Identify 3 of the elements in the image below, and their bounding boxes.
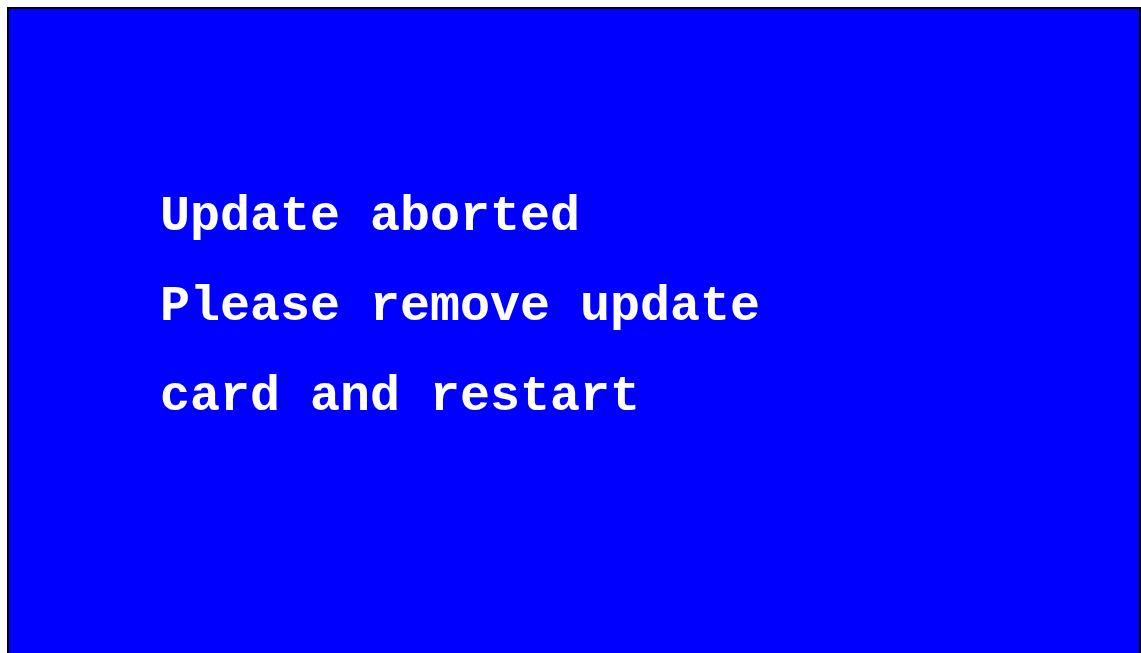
message-line: Please remove update (160, 277, 761, 337)
message-line: card and restart (160, 367, 641, 427)
message-line: Update aborted (160, 187, 581, 247)
